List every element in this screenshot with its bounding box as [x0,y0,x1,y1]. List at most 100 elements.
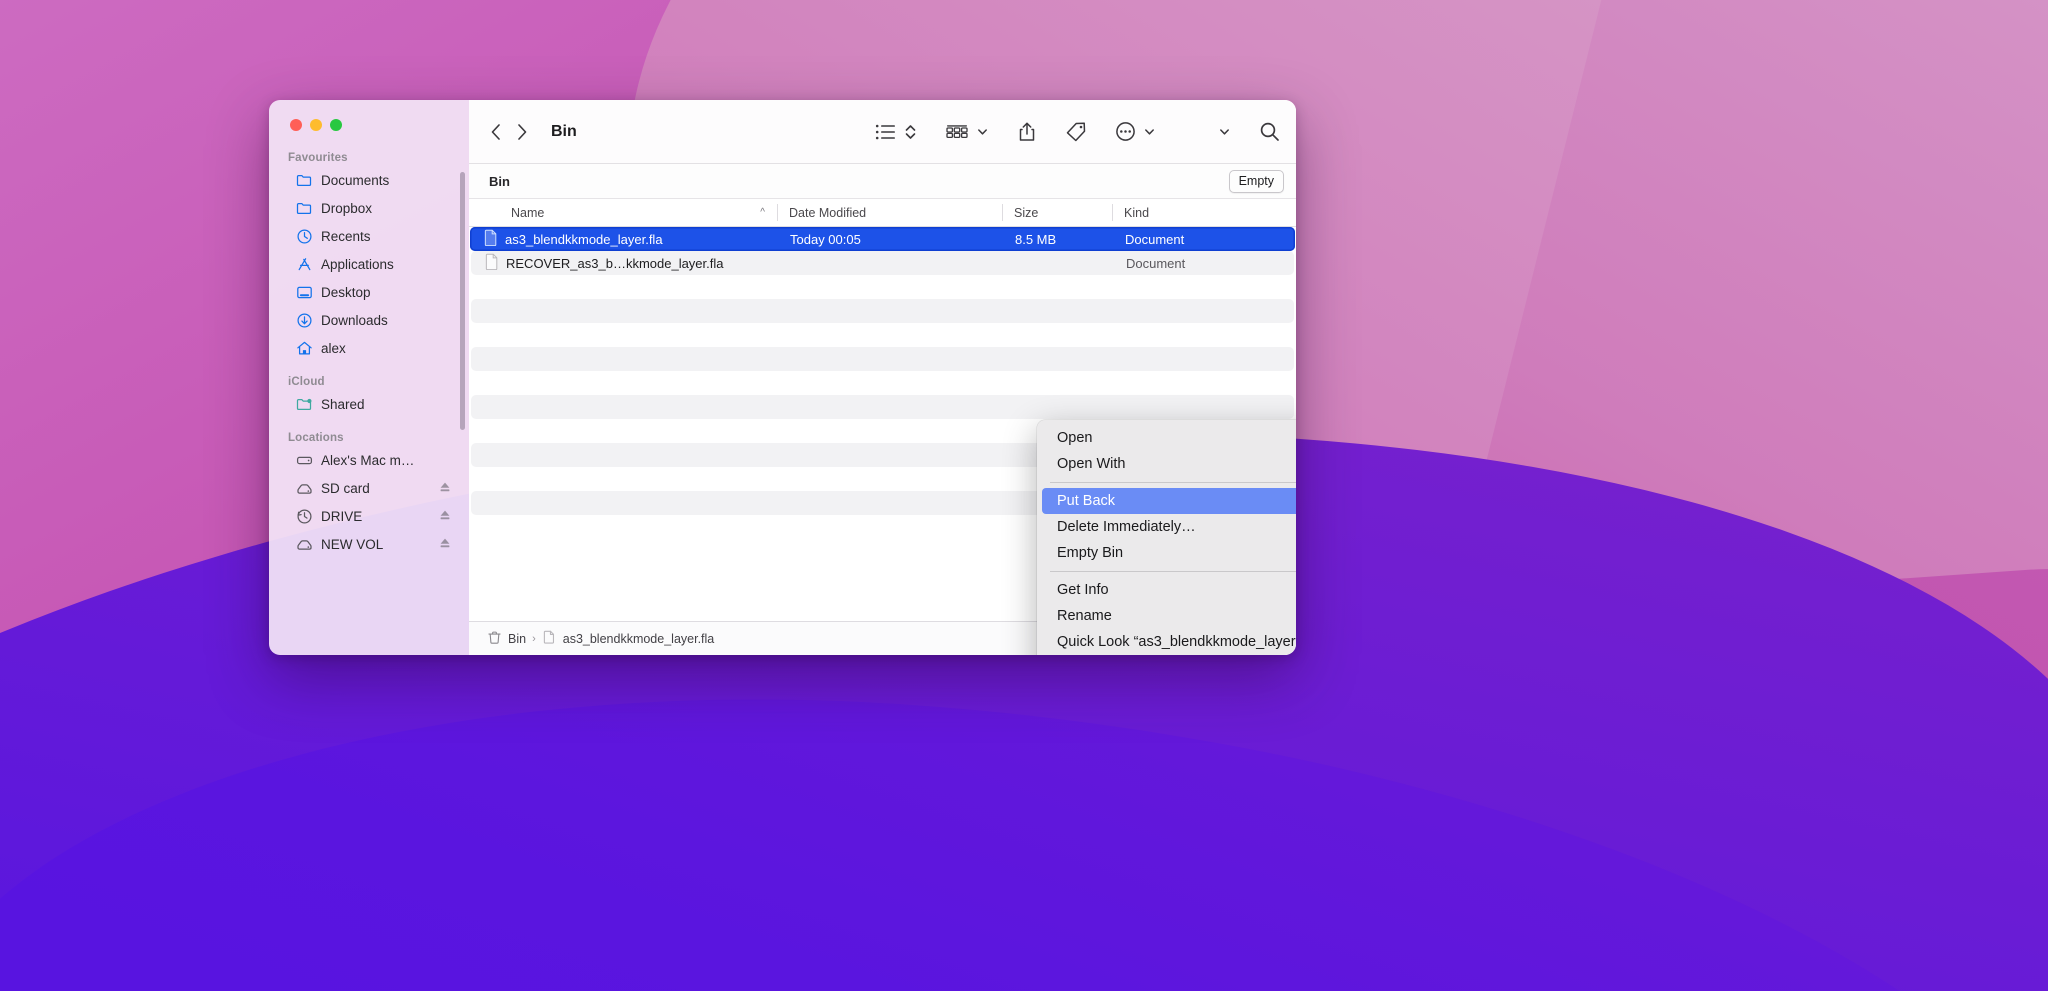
sort-ascending-icon: ^ [760,207,765,218]
empty-bin-button[interactable]: Empty [1228,169,1284,193]
zoom-button[interactable] [330,119,342,131]
menu-separator [1050,482,1296,483]
menu-item-open[interactable]: Open [1042,425,1296,451]
sidebar-item-label: SD card [321,481,370,496]
sidebar-item-new-vol[interactable]: NEW VOL [277,531,461,558]
file-date-cell: Today 00:05 [790,231,861,247]
group-chevron-down-icon[interactable] [976,125,989,138]
table-row[interactable]: RECOVER_as3_b…kkmode_layer.fla Document [471,251,1294,275]
empty-row [471,395,1294,419]
sidebar-item-label: Alex's Mac m… [321,453,415,468]
empty-row [471,347,1294,371]
more-chevron-down-icon[interactable] [1143,125,1156,138]
column-headers: Name ^ Date Modified Size Kind [469,199,1296,227]
window-title: Bin [551,122,577,140]
sidebar-item-label: Documents [321,173,390,188]
sidebar-scrollbar[interactable] [460,172,465,430]
column-header-name[interactable]: Name ^ [469,199,777,226]
close-button[interactable] [290,119,302,131]
sidebar-item-label: Shared [321,397,365,412]
sidebar-item-sd-card[interactable]: SD card [277,475,461,502]
breadcrumb-separator: › [532,632,536,645]
sidebar-item-desktop[interactable]: Desktop [277,279,461,306]
sidebar-item-dropbox[interactable]: Dropbox [277,195,461,222]
table-row[interactable]: as3_blendkkmode_layer.fla Today 00:05 8.… [470,227,1295,251]
forward-button[interactable] [516,122,529,142]
toolbar-overflow-chevron-icon[interactable] [1218,125,1231,138]
trash-icon [487,630,502,648]
view-sort-stepper-icon[interactable] [904,122,917,142]
sidebar-item-label: Recents [321,229,371,244]
search-icon[interactable] [1259,121,1280,142]
file-size-cell: 8.5 MB [1015,231,1057,247]
file-kind-cell: Document [1126,255,1186,271]
sidebar-list: Favourites Documents Dropbox Recents Applica… [269,131,469,558]
sidebar-group-icloud: iCloud Shared [269,376,469,418]
sidebar-item-shared[interactable]: Shared [277,391,461,418]
eject-icon[interactable] [439,509,451,524]
menu-item-empty-bin[interactable]: Empty Bin [1042,540,1296,566]
external-disk-icon [296,480,313,497]
sidebar-item-downloads[interactable]: Downloads [277,307,461,334]
menu-item-label: Delete Immediately… [1057,519,1196,535]
sidebar-item-applications[interactable]: Applications [277,251,461,278]
context-menu: Open Open With› Put Back Delete Immediately… [1037,420,1296,655]
empty-row [471,371,1294,395]
finder-window: Favourites Documents Dropbox Recents Applica… [269,100,1296,655]
sidebar-group-locations: Locations Alex's Mac m… SD card DRIVE NEW VO… [269,432,469,558]
empty-row [471,299,1294,323]
sidebar-group-title: Locations [288,432,344,444]
menu-separator [1050,571,1296,572]
sidebar-item-label: DRIVE [321,509,363,524]
document-icon [542,629,557,648]
list-view-icon[interactable] [875,123,897,141]
menu-item-get-info[interactable]: Get Info [1042,577,1296,603]
desktop-icon [296,284,313,301]
sidebar-item-alex-s-mac-m[interactable]: Alex's Mac m… [277,447,461,474]
shared-folder-icon [296,396,313,413]
file-name: RECOVER_as3_b…kkmode_layer.fla [506,255,724,271]
breadcrumb-label: Bin [508,631,527,646]
eject-icon[interactable] [439,537,451,552]
document-icon [484,229,498,249]
window-controls [269,100,469,131]
menu-item-open-with[interactable]: Open With› [1042,451,1296,477]
bin-label: Bin [489,173,510,189]
column-header-size[interactable]: Size [1002,199,1112,226]
menu-item-label: Put Back [1057,493,1116,509]
file-name-cell: RECOVER_as3_b…kkmode_layer.fla [471,253,779,273]
menu-item-put-back[interactable]: Put Back [1042,488,1296,514]
sidebar-item-recents[interactable]: Recents [277,223,461,250]
sidebar-item-alex[interactable]: alex [277,335,461,362]
sidebar-group-favourites: Favourites Documents Dropbox Recents Applica… [269,152,469,362]
group-icon[interactable] [945,122,969,142]
file-kind-cell: Document [1125,231,1185,247]
minimize-button[interactable] [310,119,322,131]
menu-item-rename[interactable]: Rename [1042,603,1296,629]
menu-item-label: Quick Look “as3_blendkkmode_layer.fla” [1057,634,1296,650]
share-icon[interactable] [1017,121,1037,143]
eject-icon[interactable] [439,481,451,496]
back-button[interactable] [489,122,502,142]
document-icon [485,253,499,273]
column-header-date-modified[interactable]: Date Modified [777,199,1002,226]
folder-icon [296,172,313,189]
breadcrumb-item[interactable]: Bin [487,630,526,648]
sidebar-item-documents[interactable]: Documents [277,167,461,194]
ellipsis-circle-icon[interactable] [1115,121,1136,142]
menu-item-label: Rename [1057,608,1112,624]
breadcrumb-item[interactable]: as3_blendkkmode_layer.fla [542,629,714,648]
sidebar-item-label: alex [321,341,346,356]
menu-item-quick-look-as3-blendkkmode-layer-fla[interactable]: Quick Look “as3_blendkkmode_layer.fla” [1042,629,1296,655]
sidebar-group-title: Favourites [288,152,348,164]
menu-item-delete-immediately[interactable]: Delete Immediately… [1042,514,1296,540]
sidebar-item-label: Downloads [321,313,388,328]
sidebar-item-label: Applications [321,257,394,272]
column-header-kind[interactable]: Kind [1112,199,1296,226]
empty-row [471,323,1294,347]
laptop-icon [296,452,313,469]
sidebar-item-label: NEW VOL [321,537,384,552]
tag-icon[interactable] [1065,121,1087,143]
sidebar-item-drive[interactable]: DRIVE [277,503,461,530]
sidebar: Favourites Documents Dropbox Recents Applica… [269,100,469,655]
